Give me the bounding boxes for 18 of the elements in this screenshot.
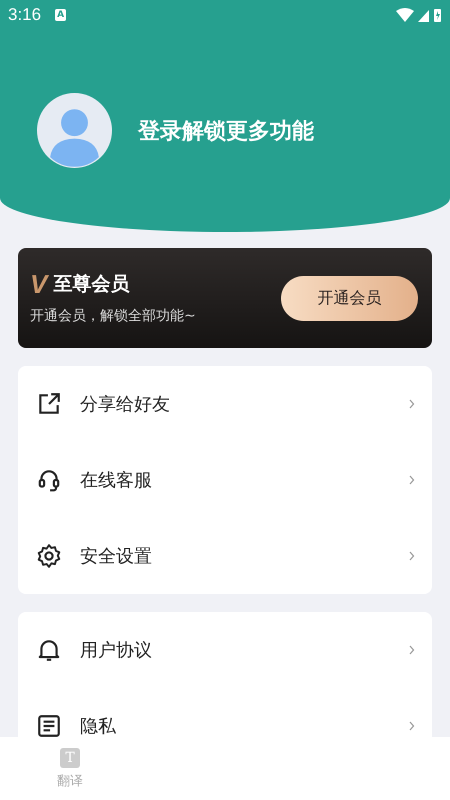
menu-item[interactable]: 隐私 — [18, 688, 432, 737]
notification-icon: A — [55, 9, 66, 21]
nav-label: 翻译 — [57, 772, 83, 790]
battery-icon — [434, 9, 441, 22]
vip-logo: V — [30, 271, 48, 297]
signal-icon — [418, 10, 429, 22]
menu-item[interactable]: 分享给好友 — [18, 366, 432, 442]
wifi-icon — [396, 8, 414, 22]
menu-item[interactable]: 用户协议 — [18, 612, 432, 688]
avatar-icon — [37, 93, 112, 168]
menu-item[interactable]: 在线客服 — [18, 442, 432, 518]
vip-subtitle: 开通会员，解锁全部功能~ — [30, 307, 196, 325]
document-icon — [36, 713, 62, 737]
menu-item[interactable]: 安全设置 — [18, 518, 432, 594]
status-time: 3:16 — [8, 5, 42, 25]
settings-icon — [36, 543, 62, 569]
vip-title: 至尊会员 — [53, 272, 130, 297]
open-vip-button[interactable]: 开通会员 — [281, 276, 418, 320]
